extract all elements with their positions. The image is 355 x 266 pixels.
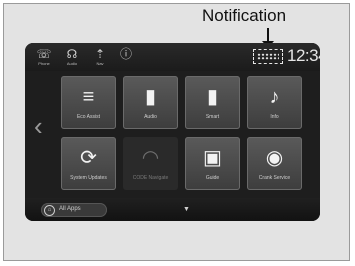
info-icon[interactable]: ⓘ: [115, 47, 137, 69]
tile-system-updates[interactable]: ⟳ System Updates: [61, 137, 116, 190]
tile-bluetooth-phone[interactable]: ▮ Audio: [123, 76, 178, 129]
tile-label: Eco Assist: [76, 114, 101, 120]
tile-label: Guide: [205, 175, 220, 181]
all-apps-button[interactable]: ⌂ All Apps: [41, 203, 107, 217]
tile-label: System Updates: [70, 175, 107, 181]
tile-guide[interactable]: ▣ Guide: [185, 137, 240, 190]
tile-wireless[interactable]: ◠ CODE Navigate: [123, 137, 178, 190]
page-down-indicator-icon[interactable]: ▼: [183, 206, 190, 213]
phone-icon[interactable]: ☏ Phone: [33, 47, 55, 69]
tile-label: Smart: [205, 114, 220, 120]
notification-dots-icon: [257, 53, 279, 60]
tile-label: CODE Navigate: [132, 175, 169, 181]
tile-label: Info: [270, 114, 279, 120]
audio-icon[interactable]: ☊ Audio: [61, 47, 83, 69]
phone-device-icon: ▮: [144, 86, 156, 108]
infotainment-screen: ☏ Phone ☊ Audio ⇡ Nav ⓘ 12:34 ‹ ≡ Eco As…: [25, 43, 320, 221]
bottom-bar: ⌂ All Apps ▼: [25, 198, 320, 221]
home-icon: ⌂: [44, 205, 55, 216]
status-bar: ☏ Phone ☊ Audio ⇡ Nav ⓘ 12:34: [25, 43, 320, 71]
tile-label: Crank Service: [258, 175, 291, 181]
notification-callout-label: Notification: [202, 6, 287, 25]
voice-icon: ♪: [269, 86, 280, 108]
tile-smart-phone[interactable]: ▮ Smart: [185, 76, 240, 129]
guide-icon: ▣: [203, 147, 222, 169]
tile-voice[interactable]: ♪ Info: [247, 76, 302, 129]
tire-icon: ≡: [82, 86, 95, 108]
refresh-icon: ⟳: [80, 147, 97, 169]
tile-label: Audio: [144, 114, 157, 120]
clock: 12:34: [287, 46, 320, 65]
wireless-icon: ◠: [141, 147, 160, 169]
navigation-icon[interactable]: ⇡ Nav: [89, 47, 111, 69]
smartphone-icon: ▮: [206, 86, 218, 108]
app-grid: ≡ Eco Assist ▮ Audio ▮ Smart ♪ Info ⟳ Sy…: [61, 76, 309, 196]
previous-page-chevron-icon[interactable]: ‹: [34, 113, 43, 139]
location-pin-icon: ◉: [265, 147, 284, 169]
tile-tire-pressure[interactable]: ≡ Eco Assist: [61, 76, 116, 129]
tile-service[interactable]: ◉ Crank Service: [247, 137, 302, 190]
notification-indicator[interactable]: [253, 49, 283, 64]
